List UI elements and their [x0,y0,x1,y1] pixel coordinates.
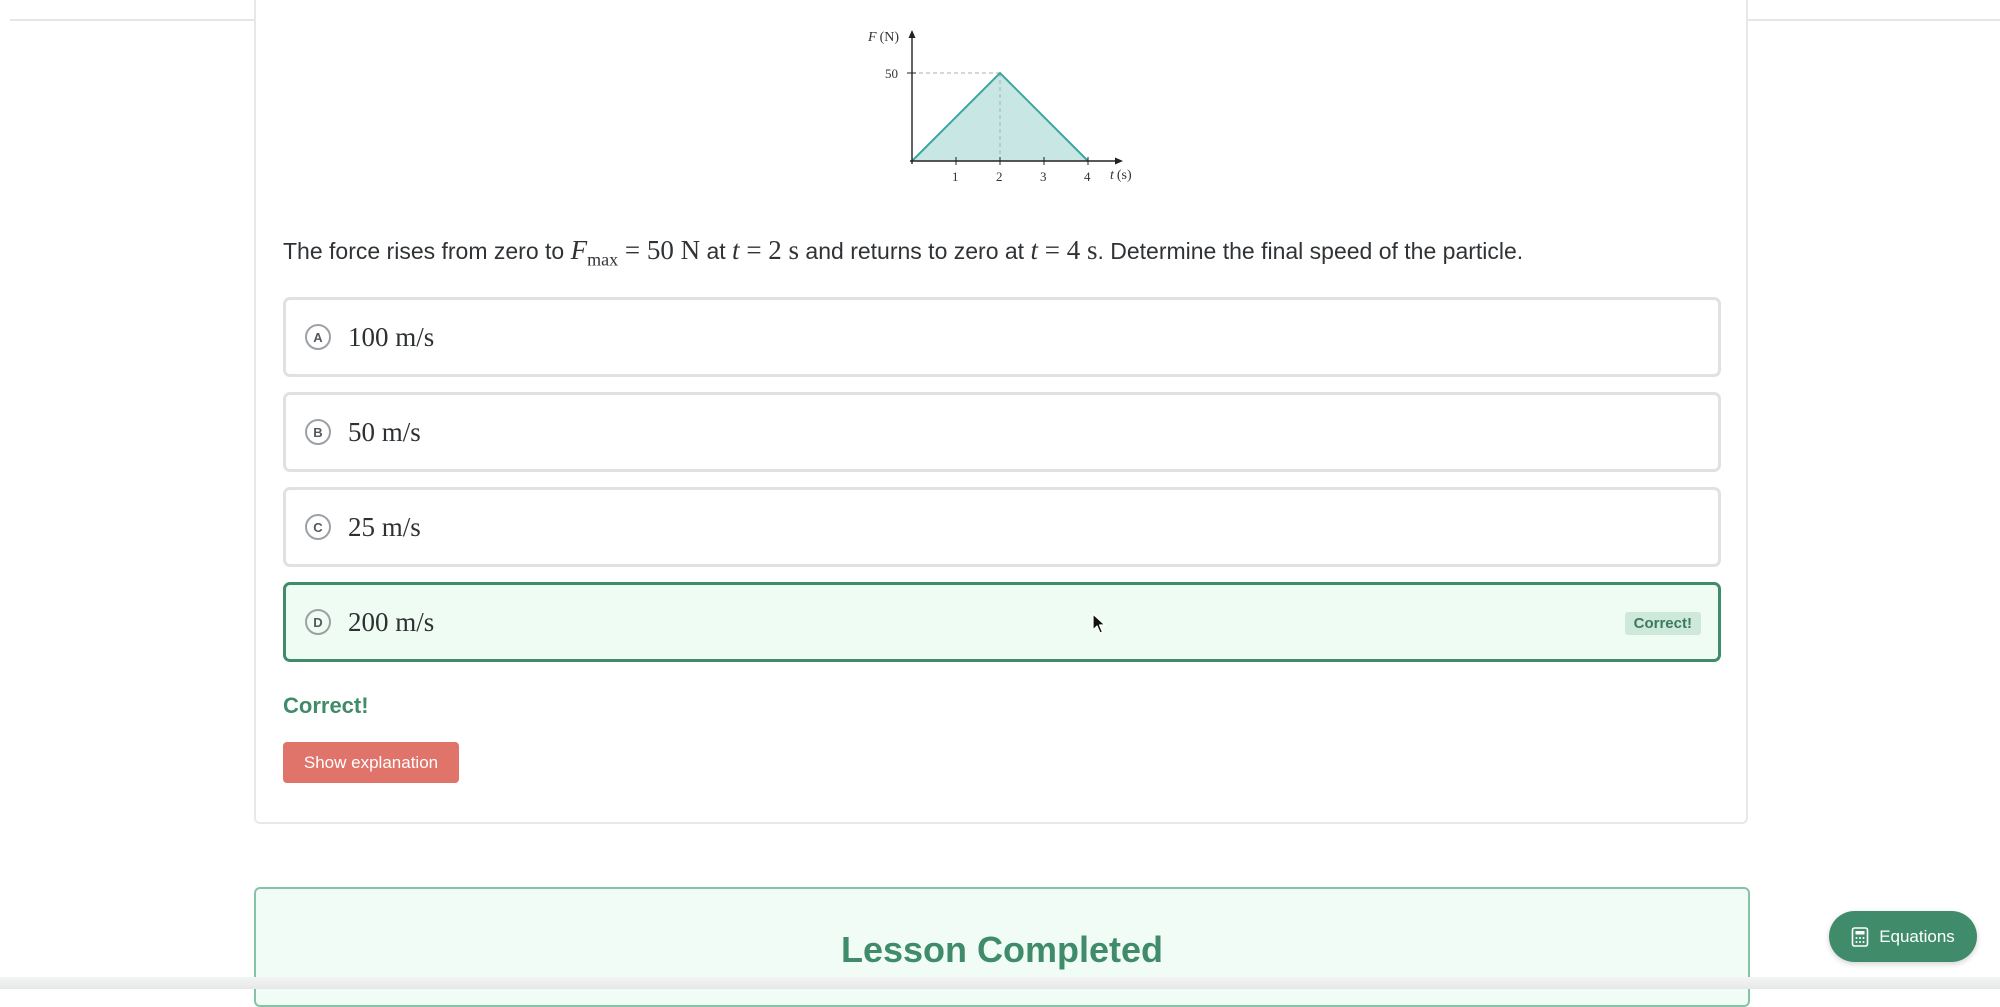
option-b[interactable]: B 50 m/s [283,392,1721,472]
equations-button[interactable]: Equations [1829,911,1977,962]
calculator-icon [1851,926,1869,947]
lesson-completed-title: Lesson Completed [840,929,1164,970]
question-text: The force rises from zero to Fmax = 50 N… [283,235,1524,270]
force-time-graph: F (N) 50 1 2 3 4 t (s) [867,30,1132,184]
equations-label: Equations [1879,926,1955,946]
option-letter-d: D [305,609,331,635]
y-tick-label: 50 [885,66,898,81]
feedback-message: Correct! [283,693,369,718]
x-tick-label-1: 1 [952,169,959,184]
option-value-d: 200 m/s [348,607,435,637]
option-letter-c: C [305,514,331,540]
y-axis-arrow [908,30,916,38]
show-explanation-button[interactable]: Show explanation [283,742,459,783]
x-tick-label-3: 3 [1040,169,1047,184]
option-value-b: 50 m/s [348,417,421,447]
option-d[interactable]: D 200 m/s Correct! [283,582,1721,662]
x-axis-arrow [1115,157,1123,165]
option-c[interactable]: C 25 m/s [283,487,1721,567]
y-axis-label: F (N) [867,30,899,45]
option-letter-b: B [305,419,331,445]
option-value-a: 100 m/s [348,322,435,352]
option-value-c: 25 m/s [348,512,421,542]
mouse-pointer-icon [1092,613,1106,634]
option-a[interactable]: A 100 m/s [283,297,1721,377]
x-tick-label-4: 4 [1084,169,1091,184]
x-axis-label: t (s) [1110,168,1132,183]
x-tick-label-2: 2 [996,169,1003,184]
lesson-completed-panel: Lesson Completed [254,887,1750,1007]
option-letter-a: A [305,324,331,350]
bottom-edge [0,977,2000,989]
correct-badge: Correct! [1624,612,1701,635]
